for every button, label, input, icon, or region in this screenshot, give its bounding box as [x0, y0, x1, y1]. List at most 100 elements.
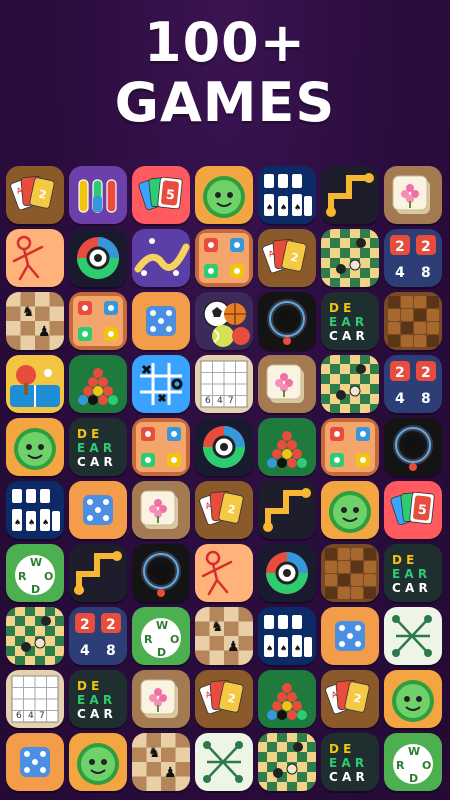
svg-text:D: D [409, 772, 418, 785]
svg-text:W: W [408, 745, 420, 758]
dark-ring-game-icon[interactable] [258, 292, 316, 350]
svg-text:2: 2 [106, 617, 116, 633]
dark-ring-game-icon[interactable] [384, 418, 442, 476]
svg-text:D E: D E [329, 742, 351, 756]
word-search-game-icon[interactable]: D E E A R C A R [384, 544, 442, 602]
word-connect-game-icon[interactable]: W R O D [6, 544, 64, 602]
mahjong-game-icon[interactable] [384, 166, 442, 224]
solitaire-cards-game-icon[interactable]: A2 [321, 670, 379, 728]
sudoku-game-icon[interactable]: 647 [6, 670, 64, 728]
svg-text:♠: ♠ [14, 518, 21, 527]
svg-text:E A R: E A R [77, 693, 112, 707]
snooker-game-icon[interactable] [69, 355, 127, 413]
stickman-game-icon[interactable] [195, 544, 253, 602]
svg-text:8: 8 [421, 391, 431, 407]
water-sort-game-icon[interactable] [69, 166, 127, 224]
ludo-board-game-icon[interactable] [195, 229, 253, 287]
klondike-game-icon[interactable]: ♠ ♠ ♠ [258, 166, 316, 224]
svg-text:O: O [422, 759, 431, 772]
watermelon-game-icon[interactable] [321, 481, 379, 539]
wood-block-game-icon[interactable] [384, 292, 442, 350]
uno-cards-game-icon[interactable]: 5 [132, 166, 190, 224]
watermelon-game-icon[interactable] [6, 418, 64, 476]
watermelon-game-icon[interactable] [384, 670, 442, 728]
svg-text:♠: ♠ [42, 518, 49, 527]
chess-game-icon[interactable]: ♞ ♟ [195, 607, 253, 665]
svg-text:E A R: E A R [392, 567, 427, 581]
slither-game-icon[interactable] [258, 544, 316, 602]
chess-game-icon[interactable]: ♞ ♟ [6, 292, 64, 350]
svg-text:E A R: E A R [329, 756, 364, 770]
mahjong-game-icon[interactable] [258, 355, 316, 413]
promo-title-line-1: 100+ [144, 11, 306, 74]
dark-ring-game-icon[interactable] [132, 544, 190, 602]
uno-cards-game-icon[interactable]: 5 [384, 481, 442, 539]
ludo-board-game-icon[interactable] [69, 292, 127, 350]
svg-text:4: 4 [395, 265, 405, 281]
line-connect-game-icon[interactable] [195, 733, 253, 791]
dice-game-icon[interactable] [6, 733, 64, 791]
svg-text:6: 6 [205, 396, 211, 406]
solitaire-cards-game-icon[interactable]: A2 [258, 229, 316, 287]
connect-dots-game-icon[interactable] [69, 544, 127, 602]
svg-text:♞: ♞ [22, 304, 35, 320]
sports-balls-game-icon[interactable] [195, 292, 253, 350]
tic-tac-toe-game-icon[interactable] [132, 355, 190, 413]
svg-text:♠: ♠ [294, 644, 301, 653]
mahjong-game-icon[interactable] [132, 670, 190, 728]
word-connect-game-icon[interactable]: W R O D [132, 607, 190, 665]
svg-text:♟: ♟ [164, 765, 177, 781]
slither-game-icon[interactable] [195, 418, 253, 476]
solitaire-cards-game-icon[interactable]: A2 [195, 481, 253, 539]
solitaire-cards-game-icon[interactable]: A2 [195, 670, 253, 728]
ludo-board-game-icon[interactable] [132, 418, 190, 476]
line-connect-game-icon[interactable] [384, 607, 442, 665]
2248-game-icon[interactable]: 22 48 [384, 355, 442, 413]
connect-dots-game-icon[interactable] [258, 481, 316, 539]
dice-game-icon[interactable] [321, 607, 379, 665]
snooker-game-icon[interactable] [258, 670, 316, 728]
2248-game-icon[interactable]: 22 48 [69, 607, 127, 665]
svg-text:D E: D E [77, 679, 99, 693]
solitaire-cards-game-icon[interactable]: A2 [6, 166, 64, 224]
klondike-game-icon[interactable]: ♠ ♠ ♠ [6, 481, 64, 539]
word-connect-game-icon[interactable]: W R O D [384, 733, 442, 791]
snooker-game-icon[interactable] [258, 418, 316, 476]
svg-text:D E: D E [329, 301, 351, 315]
svg-text:♞: ♞ [211, 619, 224, 635]
sudoku-game-icon[interactable]: 647 [195, 355, 253, 413]
word-search-game-icon[interactable]: D E E A R C A R [69, 670, 127, 728]
checkers-game-icon[interactable] [321, 355, 379, 413]
svg-text:♠: ♠ [28, 518, 35, 527]
word-search-game-icon[interactable]: D E E A R C A R [321, 292, 379, 350]
svg-text:♠: ♠ [294, 203, 301, 212]
wood-block-game-icon[interactable] [321, 544, 379, 602]
svg-text:6: 6 [16, 711, 22, 721]
checkers-game-icon[interactable] [6, 607, 64, 665]
klondike-game-icon[interactable]: ♠ ♠ ♠ [258, 607, 316, 665]
word-search-game-icon[interactable]: D E E A R C A R [69, 418, 127, 476]
2248-game-icon[interactable]: 22 48 [384, 229, 442, 287]
checkers-game-icon[interactable] [321, 229, 379, 287]
svg-text:5: 5 [165, 188, 176, 204]
mahjong-game-icon[interactable] [132, 481, 190, 539]
watermelon-game-icon[interactable] [195, 166, 253, 224]
checkers-game-icon[interactable] [258, 733, 316, 791]
svg-text:O: O [170, 633, 179, 646]
svg-text:8: 8 [421, 265, 431, 281]
word-search-game-icon[interactable]: D E E A R C A R [321, 733, 379, 791]
chess-game-icon[interactable]: ♞ ♟ [132, 733, 190, 791]
svg-text:♟: ♟ [38, 324, 51, 340]
snake-game-icon[interactable] [132, 229, 190, 287]
slither-game-icon[interactable] [69, 229, 127, 287]
dice-game-icon[interactable] [132, 292, 190, 350]
svg-text:D E: D E [77, 427, 99, 441]
connect-dots-game-icon[interactable] [321, 166, 379, 224]
watermelon-game-icon[interactable] [69, 733, 127, 791]
dice-game-icon[interactable] [69, 481, 127, 539]
svg-text:C A R: C A R [329, 329, 365, 343]
ludo-board-game-icon[interactable] [321, 418, 379, 476]
ping-pong-game-icon[interactable] [6, 355, 64, 413]
stickman-game-icon[interactable] [6, 229, 64, 287]
svg-text:E A R: E A R [329, 315, 364, 329]
